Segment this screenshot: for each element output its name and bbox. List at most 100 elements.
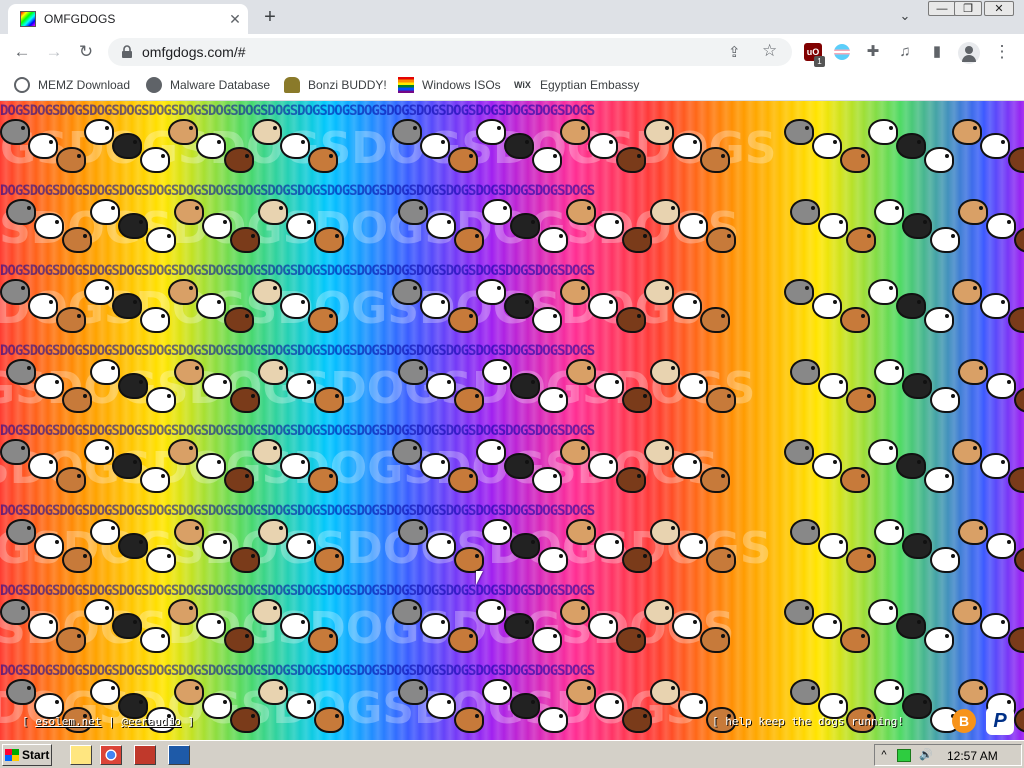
chrome-taskbar-icon[interactable] (100, 745, 122, 765)
running-dog-icon (902, 373, 932, 399)
start-button[interactable]: Start (2, 744, 52, 766)
windows-logo-icon (5, 749, 19, 761)
running-dog-icon (280, 133, 310, 159)
profile-avatar-icon[interactable] (958, 42, 980, 64)
running-dog-icon (700, 147, 730, 173)
running-dog-icon (678, 373, 708, 399)
running-dog-icon (510, 213, 540, 239)
bookmark-windows-isos[interactable]: Windows ISOs (398, 76, 501, 94)
running-dog-icon (34, 533, 64, 559)
running-dog-icon (504, 293, 534, 319)
bookmark-malware-database[interactable]: Malware Database (146, 76, 270, 94)
running-dog-icon (644, 279, 674, 305)
app-taskbar-icon[interactable] (134, 745, 156, 765)
lock-icon[interactable] (120, 45, 134, 59)
running-dog-icon (930, 227, 960, 253)
running-dog-icon (454, 707, 484, 733)
bookmark-star-icon[interactable]: ☆ (762, 41, 777, 61)
desktop-taskbar-icon[interactable] (168, 745, 190, 765)
tab-search-chevron-icon[interactable]: ⌄ (896, 8, 914, 26)
dogs-repeating-text: DOGSDOGSDOGSDOGSDOGSDOGSDOGSDOGSDOGSDOGS… (0, 663, 595, 679)
share-icon[interactable]: ⇪ (728, 43, 741, 61)
running-dog-icon (476, 119, 506, 145)
running-dog-icon (286, 693, 316, 719)
running-dog-icon (224, 147, 254, 173)
running-dog-icon (874, 199, 904, 225)
side-panel-icon[interactable]: ▮ (928, 43, 946, 61)
bookmark-memz-download[interactable]: MEMZ Download (14, 76, 130, 94)
running-dog-icon (566, 519, 596, 545)
new-tab-button[interactable]: + (258, 6, 282, 28)
running-dog-icon (650, 199, 680, 225)
running-dog-icon (868, 599, 898, 625)
ublock-count-badge: 1 (814, 56, 825, 67)
esolem-link[interactable]: esolem.net (35, 715, 101, 728)
globe-icon (146, 77, 162, 93)
media-control-icon[interactable]: ♫ (896, 43, 914, 61)
running-dog-icon (538, 387, 568, 413)
browser-menu-button[interactable]: ⋮ (988, 38, 1016, 66)
close-tab-icon[interactable]: ✕ (226, 10, 244, 28)
extensions-puzzle-icon[interactable]: ✚ (864, 43, 882, 61)
bookmark-bonzi-buddy[interactable]: Bonzi BUDDY! (284, 76, 387, 94)
running-dog-icon (588, 293, 618, 319)
running-dog-icon (868, 119, 898, 145)
running-dog-icon (140, 627, 170, 653)
running-dog-icon (952, 119, 982, 145)
running-dog-icon (952, 439, 982, 465)
taskbar: Start ^ 🔊 12:57 AM (0, 740, 1024, 768)
running-dog-icon (980, 453, 1010, 479)
back-button[interactable]: ← (8, 38, 36, 66)
donate-text[interactable]: [ help keep the dogs running! (712, 715, 904, 728)
bookmark-label: Windows ISOs (422, 78, 501, 92)
minimize-button[interactable]: — (928, 1, 956, 16)
running-dog-icon (280, 453, 310, 479)
running-dog-icon (986, 373, 1016, 399)
running-dog-icon (6, 359, 36, 385)
running-dog-icon (202, 213, 232, 239)
bookmarks-bar: MEMZ Download Malware Database Bonzi BUD… (0, 70, 1024, 101)
reload-button[interactable]: ↻ (72, 38, 100, 66)
running-dog-icon (174, 679, 204, 705)
running-dog-icon (812, 293, 842, 319)
running-dog-icon (896, 293, 926, 319)
running-dog-icon (672, 453, 702, 479)
running-dog-icon (252, 119, 282, 145)
bitcoin-icon[interactable]: B (952, 709, 976, 733)
network-icon[interactable] (897, 749, 911, 762)
url-text[interactable]: omfgdogs.com/# (142, 44, 246, 60)
tray-expand-icon[interactable]: ^ (877, 749, 891, 762)
tab-omfgdogs[interactable]: OMFGDOGS ✕ (8, 4, 248, 34)
quicklaunch-app-icon[interactable] (70, 745, 92, 765)
running-dog-icon (426, 373, 456, 399)
dogs-repeating-text: DOGSDOGSDOGSDOGSDOGSDOGSDOGSDOGSDOGSDOGS… (0, 423, 595, 439)
running-dog-icon (258, 199, 288, 225)
paypal-icon[interactable]: P (986, 707, 1014, 735)
forward-button[interactable]: → (40, 38, 68, 66)
running-dog-icon (62, 387, 92, 413)
globe-icon (14, 77, 30, 93)
dogs-repeating-text: DOGSDOGSDOGSDOGSDOGSDOGSDOGSDOGSDOGSDOGS… (0, 343, 595, 359)
volume-icon[interactable]: 🔊 (919, 749, 933, 762)
running-dog-icon (644, 439, 674, 465)
running-dog-icon (6, 199, 36, 225)
address-bar[interactable]: omfgdogs.com/# ⇪ ☆ (108, 38, 792, 66)
running-dog-icon (504, 133, 534, 159)
running-dog-icon (594, 693, 624, 719)
running-dog-icon (840, 467, 870, 493)
close-window-button[interactable]: ✕ (984, 1, 1014, 16)
bookmark-egyptian-embassy[interactable]: WiX Egyptian Embassy (514, 76, 639, 94)
running-dog-icon (700, 627, 730, 653)
eeraudio-link[interactable]: @eeraudio (121, 715, 181, 728)
running-dog-icon (62, 227, 92, 253)
running-dog-icon (896, 453, 926, 479)
running-dog-icon (420, 293, 450, 319)
flag-extension-icon[interactable] (834, 44, 850, 60)
running-dog-icon (818, 213, 848, 239)
running-dog-icon (420, 613, 450, 639)
maximize-button[interactable]: ❐ (954, 1, 982, 16)
running-dog-icon (392, 119, 422, 145)
running-dog-icon (476, 279, 506, 305)
dog-band: DOGSDOGSDOGSDOGSDOGSDOGSDOGSDOGSDOGSDOGS… (0, 261, 1024, 341)
clock[interactable]: 12:57 AM (947, 749, 998, 763)
